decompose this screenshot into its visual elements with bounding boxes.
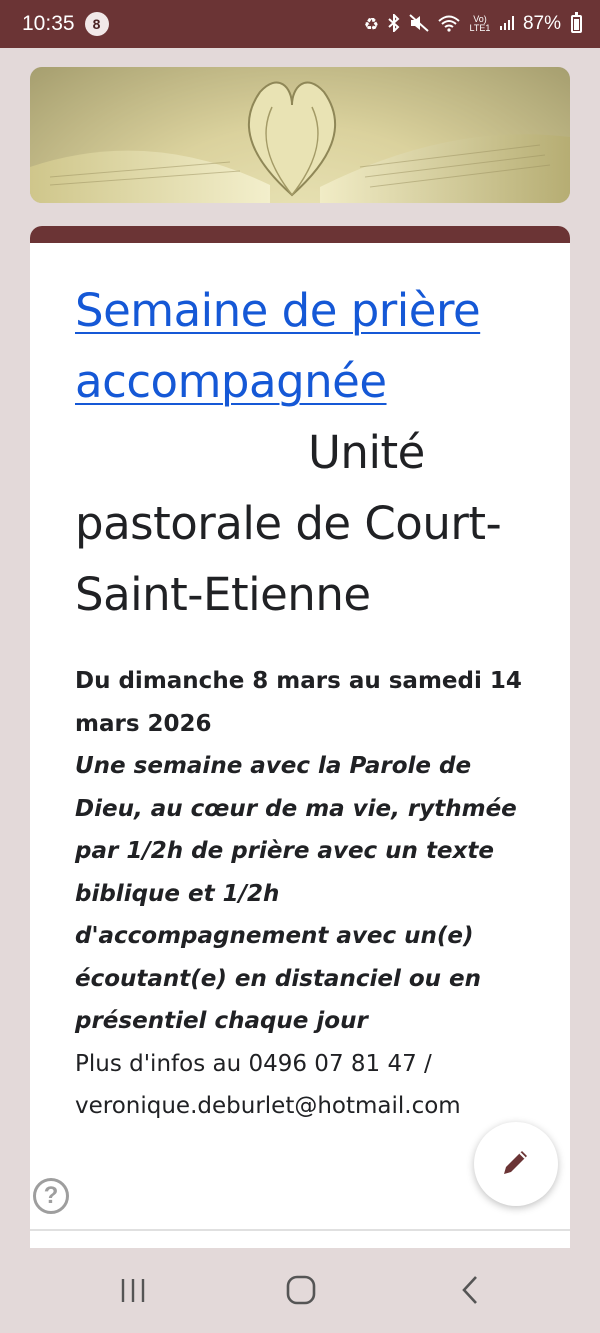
status-right: ♻ Vo) LTE1 87% — [363, 12, 582, 35]
edit-button[interactable] — [474, 1122, 558, 1206]
post-details: Du dimanche 8 mars au samedi 14 mars 202… — [75, 660, 526, 1128]
signal-icon — [499, 15, 515, 34]
notification-count-badge: 8 — [84, 12, 109, 36]
post-title: Semaine de prière accompagnée Unité past… — [75, 275, 526, 630]
contact-phone: Plus d'infos au 0496 07 81 47 / — [75, 1050, 432, 1077]
wifi-icon — [437, 14, 461, 35]
battery-percent: 87% — [522, 13, 561, 34]
pencil-icon — [499, 1145, 533, 1184]
post-dates: Du dimanche 8 mars au samedi 14 mars 202… — [75, 668, 522, 737]
battery-icon — [571, 12, 582, 33]
recents-icon — [118, 1275, 148, 1310]
title-text: Unité pastorale de Court-Saint-Etienne — [75, 426, 502, 621]
nav-home-button[interactable] — [271, 1270, 331, 1314]
recycle-icon: ♻ — [363, 14, 379, 34]
nav-back-button[interactable] — [440, 1270, 500, 1314]
back-icon — [458, 1274, 482, 1311]
clock: 10:35 — [22, 12, 75, 35]
contact-email: veronique.deburlet@hotmail.com — [75, 1093, 461, 1119]
system-nav-bar — [0, 1248, 600, 1333]
bluetooth-icon — [387, 12, 401, 35]
home-icon — [285, 1274, 317, 1311]
network-label: Vo) LTE1 — [469, 14, 491, 33]
nav-recents-button[interactable] — [103, 1270, 163, 1314]
card-body: Semaine de prière accompagnée Unité past… — [30, 243, 570, 1128]
post-description: Une semaine avec la Parole de Dieu, au c… — [75, 753, 517, 1034]
post-card: Semaine de prière accompagnée Unité past… — [30, 226, 570, 1266]
header-book-image — [30, 67, 570, 203]
help-icon[interactable]: ? — [33, 1178, 69, 1214]
card-header-bar — [30, 226, 570, 243]
status-left: 10:35 8 — [22, 12, 109, 36]
title-link[interactable]: Semaine de prière accompagnée — [75, 284, 481, 408]
mute-icon — [409, 13, 429, 35]
status-bar: 10:35 8 ♻ Vo) LTE1 87% — [0, 0, 600, 48]
card-divider — [30, 1229, 570, 1231]
